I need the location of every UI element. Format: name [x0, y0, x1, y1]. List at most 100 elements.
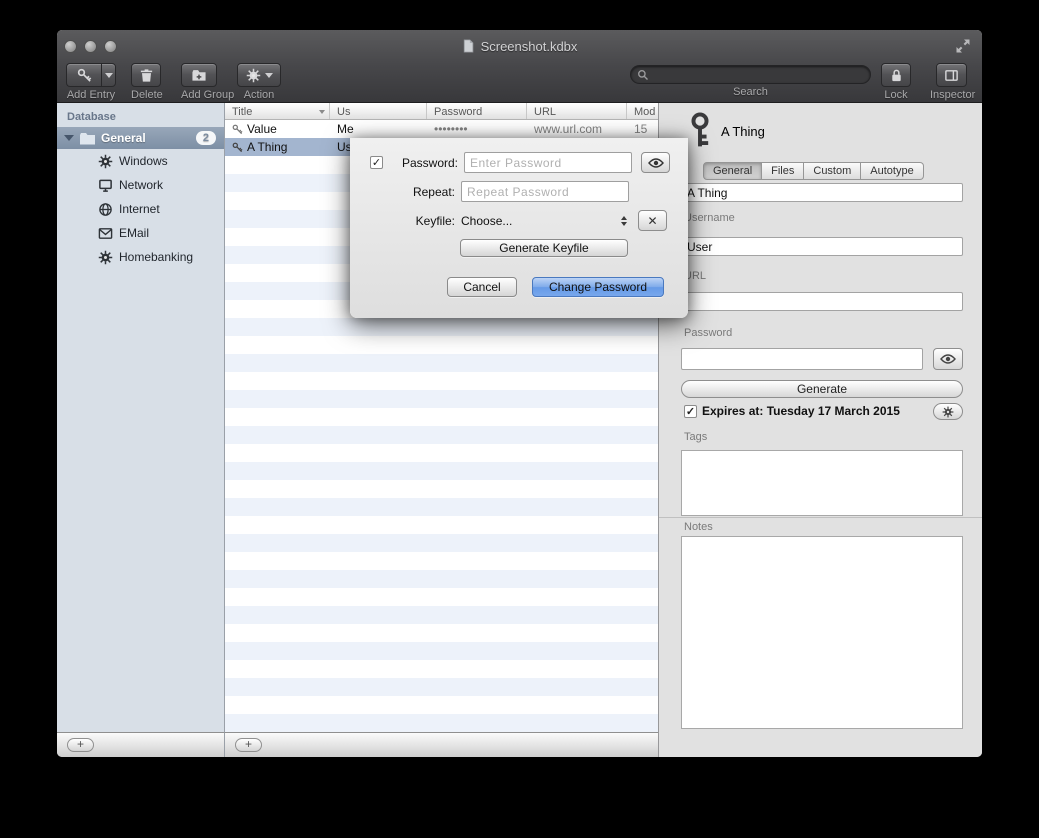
document-icon: [462, 38, 476, 54]
eye-icon: [940, 354, 956, 364]
fullscreen-icon[interactable]: [955, 38, 971, 54]
dialog-repeat-label: Repeat:: [370, 185, 455, 199]
action-button[interactable]: [237, 63, 281, 87]
sidebar-item-windows[interactable]: Windows: [57, 149, 224, 173]
expires-settings-button[interactable]: [933, 403, 963, 420]
username-field[interactable]: [681, 237, 963, 256]
tags-input[interactable]: [681, 450, 963, 516]
group-count-badge: 2: [196, 131, 216, 145]
toolbar-add-entry: Add Entry: [66, 63, 116, 101]
eye-icon: [648, 158, 664, 168]
clear-keyfile-button[interactable]: ✕: [638, 210, 667, 231]
sidebar-item-label: Windows: [119, 154, 168, 168]
toolbar-inspector: Inspector: [930, 63, 975, 101]
username-label: Username: [684, 212, 735, 224]
add-group-button[interactable]: [181, 63, 217, 87]
add-group-label: Add Group: [181, 89, 234, 101]
sidebar-item-internet[interactable]: Internet: [57, 197, 224, 221]
notes-input[interactable]: [681, 536, 963, 729]
gear-icon: [246, 68, 261, 83]
sidebar-footer: +: [57, 732, 225, 757]
gear-icon: [98, 154, 113, 169]
add-group-footer-button[interactable]: +: [67, 738, 94, 752]
notes-label: Notes: [684, 521, 713, 533]
trash-icon: [139, 68, 154, 83]
folder-plus-icon: [191, 68, 207, 83]
chevron-down-icon: [105, 73, 113, 78]
expires-label: Expires at: Tuesday 17 March 2015: [702, 404, 900, 418]
display-icon: [98, 178, 113, 193]
search-label: Search: [630, 86, 871, 98]
popup-stepper-icon: [621, 216, 629, 226]
password-field[interactable]: [681, 348, 923, 370]
sidebar-item-label: EMail: [119, 226, 149, 240]
lock-label: Lock: [881, 89, 911, 101]
column-header-modified[interactable]: Mod: [627, 103, 658, 119]
tab-custom[interactable]: Custom: [804, 162, 861, 180]
toolbar-delete: Delete: [131, 63, 163, 101]
sidebar-item-email[interactable]: EMail: [57, 221, 224, 245]
sort-indicator-icon: [319, 110, 325, 114]
sidebar: Database General 2 Windows Network Inter…: [57, 103, 225, 732]
envelope-icon: [98, 226, 113, 241]
show-password-button[interactable]: [933, 348, 963, 370]
folder-icon: [79, 131, 96, 145]
generate-keyfile-button[interactable]: Generate Keyfile: [460, 239, 628, 257]
change-password-dialog: ✓ Password: Repeat: Keyfile: Choose... ✕…: [350, 138, 688, 318]
inspector-tabs: General Files Custom Autotype: [703, 162, 924, 180]
show-password-button[interactable]: [641, 152, 670, 173]
disclosure-triangle-icon[interactable]: [64, 135, 74, 141]
toolbar-action: Action: [237, 63, 281, 101]
titlebar-toolbar: Screenshot.kdbx Add Entry Delete Add Gro…: [57, 30, 982, 103]
inspector-button[interactable]: [936, 63, 967, 87]
app-window: Screenshot.kdbx Add Entry Delete Add Gro…: [57, 30, 982, 757]
url-field[interactable]: [681, 292, 963, 311]
password-checkbox[interactable]: ✓: [370, 156, 383, 169]
title-field[interactable]: [681, 183, 963, 202]
column-header-url[interactable]: URL: [527, 103, 627, 119]
delete-button[interactable]: [131, 63, 161, 87]
sidebar-item-homebanking[interactable]: Homebanking: [57, 245, 224, 269]
keyfile-popup[interactable]: Choose...: [461, 210, 629, 231]
tab-autotype[interactable]: Autotype: [861, 162, 923, 180]
expires-row: ✓ Expires at: Tuesday 17 March 2015: [684, 404, 900, 418]
add-entry-footer-button[interactable]: +: [235, 738, 262, 752]
add-entry-label: Add Entry: [66, 89, 116, 101]
globe-icon: [98, 202, 113, 217]
sidebar-group-general[interactable]: General 2: [57, 127, 224, 149]
add-entry-button[interactable]: [66, 63, 101, 87]
expires-checkbox[interactable]: ✓: [684, 405, 697, 418]
column-header-title[interactable]: Title: [225, 103, 330, 119]
search-input[interactable]: [653, 68, 864, 82]
dialog-password-label: Password:: [390, 156, 458, 170]
sidebar-item-network[interactable]: Network: [57, 173, 224, 197]
enter-password-input[interactable]: [464, 152, 632, 173]
search-icon: [637, 69, 649, 81]
window-title: Screenshot.kdbx: [57, 38, 982, 54]
sidebar-item-label: Network: [119, 178, 163, 192]
lock-button[interactable]: [881, 63, 911, 87]
table-row[interactable]: Value Me •••••••• www.url.com 15: [225, 120, 658, 138]
action-label: Action: [237, 89, 281, 101]
list-header: Title Us Password URL Mod: [225, 103, 658, 120]
generate-button[interactable]: Generate: [681, 380, 963, 398]
change-password-button[interactable]: Change Password: [532, 277, 664, 297]
inspector-label: Inspector: [930, 89, 975, 101]
column-header-password[interactable]: Password: [427, 103, 527, 119]
cancel-button[interactable]: Cancel: [447, 277, 517, 297]
password-label: Password: [684, 327, 732, 339]
toolbar-search: Search: [630, 63, 871, 98]
inspector-panel: A Thing General Files Custom Autotype Us…: [658, 103, 982, 757]
list-footer: +: [225, 732, 658, 757]
lock-icon: [889, 68, 904, 83]
inspector-entry-title: A Thing: [721, 124, 765, 139]
sidebar-item-label: Homebanking: [119, 250, 193, 264]
gear-icon: [98, 250, 113, 265]
tab-general[interactable]: General: [703, 162, 762, 180]
column-header-username[interactable]: Us: [330, 103, 427, 119]
section-divider: [659, 517, 982, 518]
tab-files[interactable]: Files: [762, 162, 804, 180]
add-entry-dropdown[interactable]: [101, 63, 116, 87]
key-icon: [232, 124, 243, 135]
repeat-password-input[interactable]: [461, 181, 629, 202]
